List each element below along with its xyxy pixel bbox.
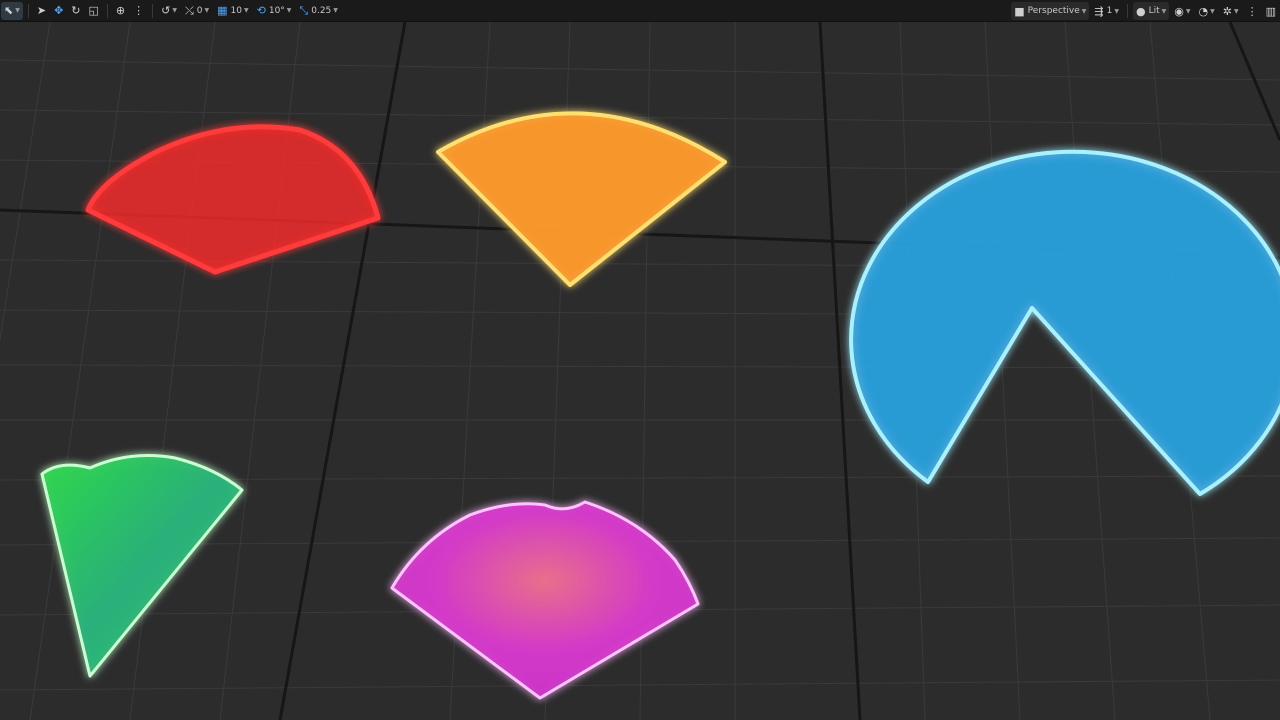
kebab-menu-icon: ⋮ <box>133 4 145 17</box>
gauge-icon: ◔ <box>1198 4 1209 18</box>
arrow-select-icon: ➤ <box>36 4 47 17</box>
chevron-down-icon: ▼ <box>1114 7 1119 15</box>
layout-icon: ▥ <box>1265 4 1276 18</box>
toolbar-divider <box>106 3 108 18</box>
toolbar-divider <box>27 3 29 18</box>
viewport-layout-button[interactable]: ▥ <box>1263 2 1279 20</box>
chevron-down-icon: ▼ <box>1233 7 1239 15</box>
chevron-down-icon: ▼ <box>15 7 20 14</box>
view-mode-label: Perspective <box>1027 6 1080 16</box>
scale-icon: ◱ <box>88 4 99 17</box>
level-viewport[interactable] <box>0 22 1280 720</box>
coordinate-space-button[interactable]: ⊕ <box>113 2 128 20</box>
chevron-down-icon: ▼ <box>1081 7 1087 15</box>
rotation-snap-value: 10° <box>268 5 285 16</box>
camera-speed-value: 1 <box>1106 6 1113 16</box>
show-flags-dropdown[interactable]: ◉ ▼ <box>1171 2 1193 20</box>
performance-dropdown[interactable]: ◔ ▼ <box>1196 2 1218 20</box>
rotate-icon: ↻ <box>71 4 81 17</box>
eye-icon: ◉ <box>1174 4 1184 18</box>
translate-snap-value: 0 <box>196 5 203 16</box>
grid-snap-value: 10 <box>230 5 242 16</box>
rotate-tool-button[interactable]: ↻ <box>68 2 83 20</box>
kebab-menu-icon: ⋮ <box>1246 4 1258 18</box>
rotation-snap-dropdown[interactable]: ⟲ 10° ▼ <box>254 2 295 20</box>
scale-tool-button[interactable]: ◱ <box>86 2 102 20</box>
globe-icon: ⊕ <box>115 4 126 17</box>
select-mode-dropdown[interactable]: ⬉ ▼ <box>1 1 23 20</box>
chevron-down-icon: ▼ <box>333 7 338 14</box>
lighting-mode-dropdown[interactable]: ● Lit ▼ <box>1133 2 1170 20</box>
chevron-down-icon: ▼ <box>172 7 177 14</box>
viewport-options-button[interactable]: ⋮ <box>1244 2 1261 20</box>
grid-snap-dropdown[interactable]: ▦ 10 ▼ <box>214 2 251 20</box>
gear-icon: ✲ <box>1222 4 1232 18</box>
chevron-down-icon: ▼ <box>286 7 292 14</box>
more-options-button[interactable]: ⋮ <box>130 2 147 20</box>
viewport-scene <box>0 22 1280 720</box>
scale-snap-icon: ⤡ <box>299 4 309 17</box>
camera-icon: ■ <box>1014 4 1025 18</box>
select-tool-button[interactable]: ➤ <box>34 2 49 20</box>
translate-tool-button[interactable]: ✥ <box>51 2 66 20</box>
rotation-snap-icon: ⟲ <box>256 4 266 17</box>
surface-snapping-dropdown[interactable]: ↺ ▼ <box>158 2 180 20</box>
chevron-down-icon: ▼ <box>1185 7 1191 15</box>
camera-speed-dropdown[interactable]: ⇶ 1 ▼ <box>1091 2 1122 20</box>
camera-speed-icon: ⇶ <box>1094 4 1104 18</box>
viewport-toolbar: ⬉ ▼ ➤ ✥ ↻ ◱ ⊕ ⋮ ↺ ▼ ⤯ 0 ▼ ▦ 10 ▼ ⟲ 10° ▼ ⤡ <box>0 0 1280 22</box>
view-mode-dropdown[interactable]: ■ Perspective ▼ <box>1011 2 1090 20</box>
chevron-down-icon: ▼ <box>204 7 210 14</box>
grid-snap-icon: ▦ <box>217 4 228 17</box>
viewport-settings-dropdown[interactable]: ✲ ▼ <box>1220 2 1242 20</box>
chevron-down-icon: ▼ <box>244 7 249 14</box>
lit-sphere-icon: ● <box>1136 4 1146 18</box>
toolbar-divider <box>1127 4 1128 18</box>
chevron-down-icon: ▼ <box>1210 7 1215 15</box>
toolbar-divider <box>152 3 154 18</box>
cursor-select-icon: ⬉ <box>4 4 14 17</box>
surface-snap-icon: ↺ <box>161 4 171 17</box>
translate-snap-dropdown[interactable]: ⤯ 0 ▼ <box>182 2 212 20</box>
scale-snap-dropdown[interactable]: ⤡ 0.25 ▼ <box>296 2 340 20</box>
scale-snap-value: 0.25 <box>311 5 332 16</box>
chevron-down-icon: ▼ <box>1161 7 1167 15</box>
move-icon: ✥ <box>54 4 64 17</box>
translate-snap-icon: ⤯ <box>184 4 194 17</box>
lighting-mode-label: Lit <box>1148 6 1160 16</box>
